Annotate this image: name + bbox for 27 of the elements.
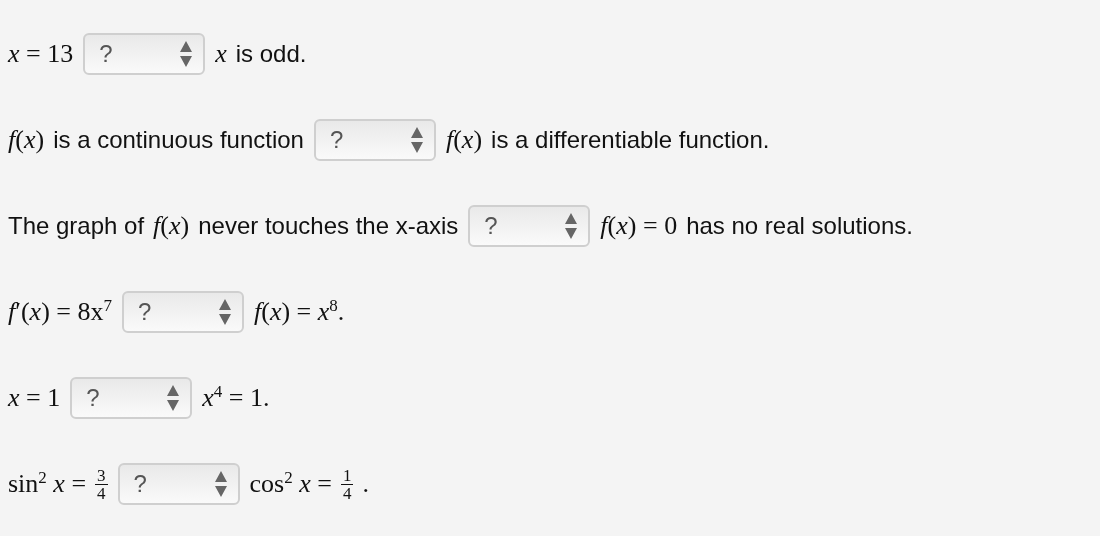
statement-text: has no real solutions. <box>686 212 913 240</box>
dropdown-select[interactable]: ? <box>313 119 436 161</box>
dropdown-select[interactable]: ? <box>83 33 206 75</box>
math-expression: x <box>215 39 227 69</box>
dropdown-select[interactable]: ? <box>468 205 591 247</box>
dropdown-select[interactable]: ? <box>121 291 244 333</box>
math-expression: f′(x) = 8x$^{7}$ <box>8 297 112 327</box>
fraction: 1 4 <box>340 466 354 502</box>
math-expression: f(x) <box>445 125 483 155</box>
math-expression: . <box>362 469 369 499</box>
math-expression: f(x) = 0 <box>600 211 678 241</box>
dropdown-select[interactable]: ? <box>70 377 193 419</box>
math-expression: x = 13 <box>8 39 74 69</box>
math-expression: x = 1 <box>8 383 61 413</box>
math-expression: f(x) = x$^{8}$. <box>253 297 345 327</box>
math-expression: f(x) <box>153 211 190 241</box>
statement-text: is a differentiable function. <box>491 126 770 154</box>
statement-text: is odd. <box>235 40 307 68</box>
dropdown-select[interactable]: ? <box>117 463 240 505</box>
statement-text: The graph of <box>8 212 145 240</box>
statement-text: is a continuous function <box>53 126 304 154</box>
math-expression: x$^{4}$ = 1. <box>202 383 270 413</box>
math-expression: f(x) <box>8 125 45 155</box>
fraction: 3 4 <box>95 466 108 502</box>
statement-text: never touches the x-axis <box>198 212 459 240</box>
math-expression: sin$^{2}$ x = <box>8 469 87 499</box>
math-expression: cos$^{2}$ x = <box>249 469 332 499</box>
